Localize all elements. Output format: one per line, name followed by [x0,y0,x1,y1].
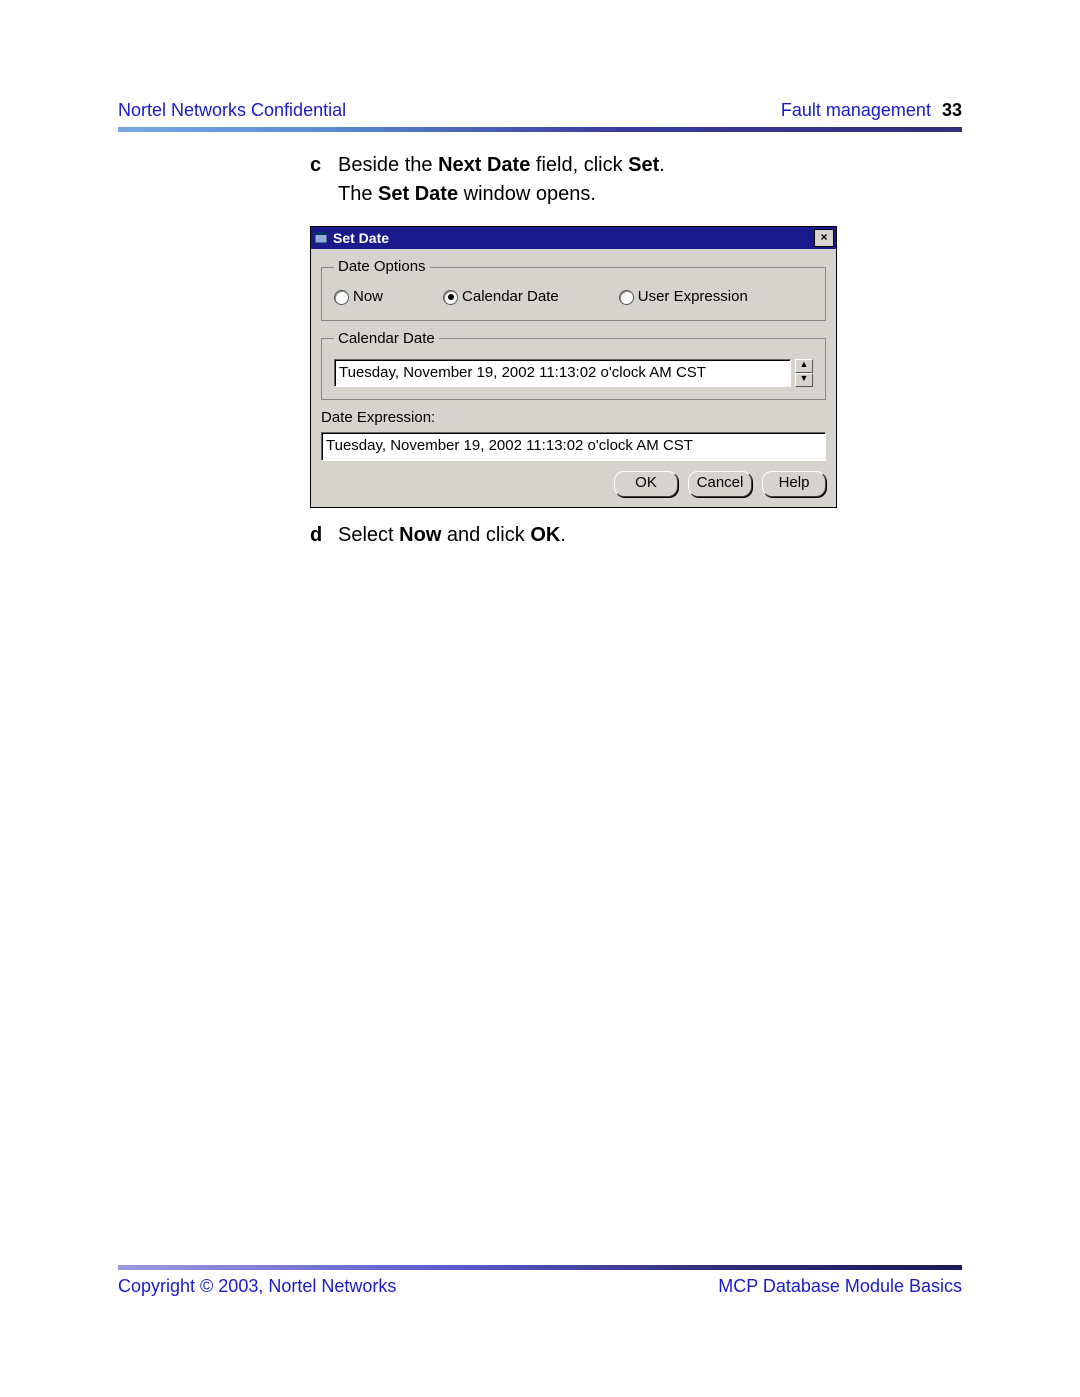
window-icon [313,230,329,246]
ok-button[interactable]: OK [614,471,678,497]
radio-userexpr-dot [619,290,634,305]
calendar-date-field[interactable]: Tuesday, November 19, 2002 11:13:02 o'cl… [334,359,791,387]
radio-now-label: Now [353,287,383,307]
top-rule [118,127,962,132]
titlebar[interactable]: Set Date × [311,227,836,249]
page-number: 33 [942,100,962,120]
spin-up-button[interactable]: ▲ [795,359,813,373]
close-button[interactable]: × [814,229,834,247]
spin-down-button[interactable]: ▼ [795,373,813,387]
header-section: Fault management 33 [781,100,962,121]
page-header: Nortel Networks Confidential Fault manag… [118,100,962,121]
radio-userexpr-label: User Expression [638,287,748,307]
footer-title: MCP Database Module Basics [718,1276,962,1297]
bottom-rule [118,1265,962,1270]
date-options-group: Date Options Now Calendar Date User E [321,257,826,321]
calendar-date-legend: Calendar Date [334,329,439,349]
radio-calendar-date[interactable]: Calendar Date [443,287,559,307]
step-c-letter: c [310,152,338,179]
step-d: d Select Now and click OK. [310,522,840,549]
date-options-legend: Date Options [334,257,430,277]
date-expression-label: Date Expression: [321,408,826,428]
header-section-text: Fault management [781,100,931,120]
footer-copyright: Copyright © 2003, Nortel Networks [118,1276,396,1297]
radio-calendar-label: Calendar Date [462,287,559,307]
radio-calendar-dot [443,290,458,305]
step-c-text: Beside the Next Date field, click Set. [338,152,840,179]
radio-now-dot [334,290,349,305]
step-c-line2: The Set Date window opens. [338,181,840,208]
header-confidential: Nortel Networks Confidential [118,100,346,121]
radio-user-expression[interactable]: User Expression [619,287,748,307]
date-spinner: ▲ ▼ [795,359,813,387]
set-date-window: Set Date × Date Options Now Calendar Dat… [310,226,837,508]
cancel-button[interactable]: Cancel [688,471,752,497]
calendar-date-group: Calendar Date Tuesday, November 19, 2002… [321,329,826,401]
date-expression-field[interactable]: Tuesday, November 19, 2002 11:13:02 o'cl… [321,432,826,460]
page-footer: Copyright © 2003, Nortel Networks MCP Da… [118,1276,962,1297]
radio-now[interactable]: Now [334,287,383,307]
step-d-letter: d [310,522,338,549]
step-d-text: Select Now and click OK. [338,522,840,549]
step-c: c Beside the Next Date field, click Set. [310,152,840,179]
help-button[interactable]: Help [762,471,826,497]
window-title: Set Date [333,229,814,248]
